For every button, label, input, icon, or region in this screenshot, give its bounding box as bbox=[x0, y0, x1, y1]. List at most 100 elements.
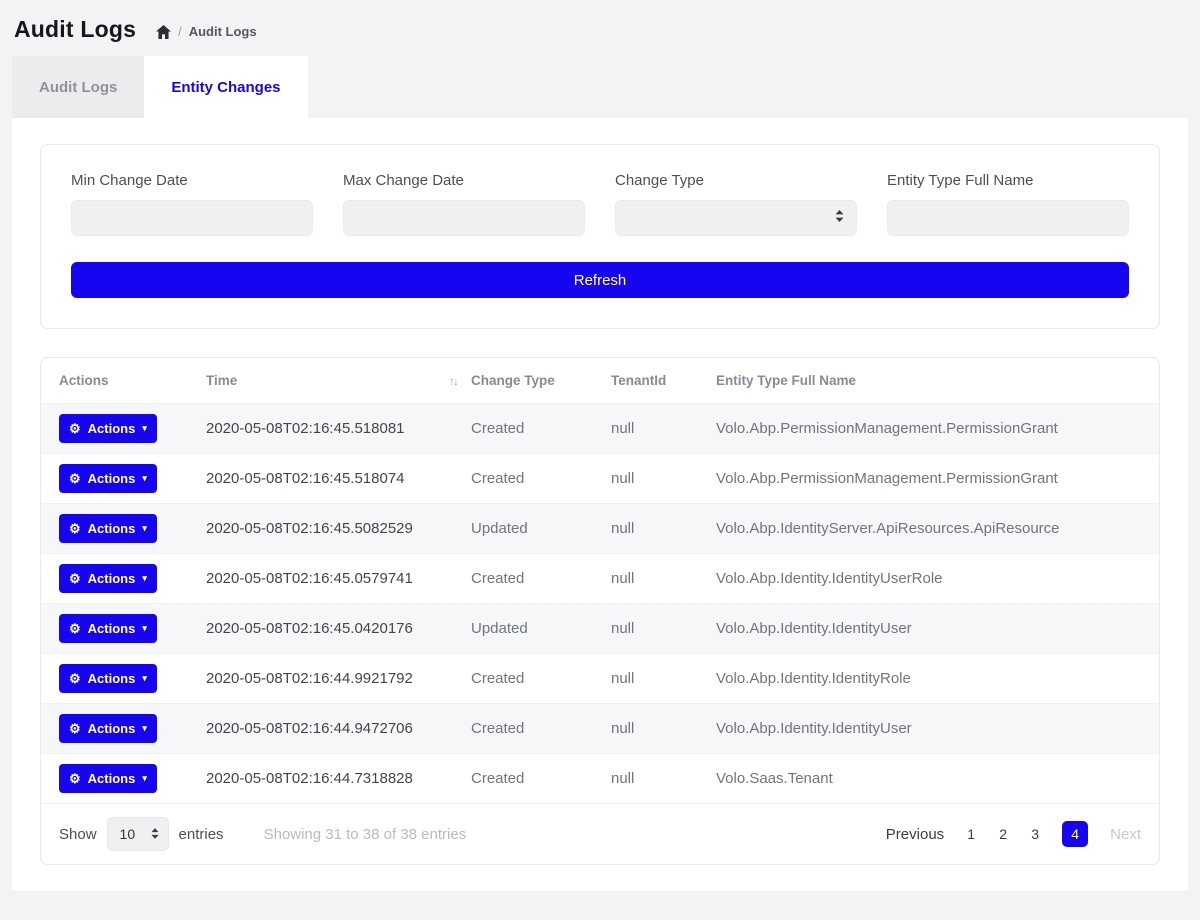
min-change-date-label: Min Change Date bbox=[71, 172, 313, 189]
entity-type-input[interactable] bbox=[887, 200, 1129, 236]
cell-entity-type: Volo.Abp.PermissionManagement.Permission… bbox=[716, 420, 1159, 437]
cell-entity-type: Volo.Abp.Identity.IdentityUser bbox=[716, 620, 1159, 637]
actions-button-label: Actions bbox=[88, 471, 136, 486]
show-label: Show bbox=[59, 826, 97, 843]
cell-change-type: Created bbox=[471, 470, 611, 487]
column-header-actions: Actions bbox=[59, 373, 206, 388]
gear-icon: ⚙ bbox=[69, 672, 81, 685]
tab-entity-changes[interactable]: Entity Changes bbox=[144, 56, 307, 118]
cell-time: 2020-05-08T02:16:44.9472706 bbox=[206, 720, 471, 737]
caret-down-icon: ▾ bbox=[142, 474, 147, 483]
home-icon[interactable] bbox=[156, 25, 171, 39]
pagination-page-3[interactable]: 3 bbox=[1030, 826, 1040, 842]
cell-entity-type: Volo.Abp.Identity.IdentityUserRole bbox=[716, 570, 1159, 587]
pagination-page-2[interactable]: 2 bbox=[998, 826, 1008, 842]
gear-icon: ⚙ bbox=[69, 522, 81, 535]
caret-down-icon: ▾ bbox=[142, 674, 147, 683]
breadcrumb-separator: / bbox=[178, 24, 182, 39]
filter-max-change-date: Max Change Date bbox=[343, 172, 585, 236]
cell-time: 2020-05-08T02:16:44.9921792 bbox=[206, 670, 471, 687]
row-actions-button[interactable]: ⚙ Actions ▾ bbox=[59, 514, 157, 543]
row-actions-button[interactable]: ⚙ Actions ▾ bbox=[59, 764, 157, 793]
table-body: ⚙ Actions ▾ 2020-05-08T02:16:45.518081 C… bbox=[41, 404, 1159, 804]
cell-change-type: Created bbox=[471, 570, 611, 587]
breadcrumb: / Audit Logs bbox=[156, 20, 257, 39]
filter-min-change-date: Min Change Date bbox=[71, 172, 313, 236]
filter-grid: Min Change Date Max Change Date Change T… bbox=[71, 172, 1129, 236]
actions-button-label: Actions bbox=[88, 621, 136, 636]
cell-entity-type: Volo.Abp.IdentityServer.ApiResources.Api… bbox=[716, 520, 1159, 537]
gear-icon: ⚙ bbox=[69, 572, 81, 585]
page-title: Audit Logs bbox=[14, 16, 136, 43]
cell-time: 2020-05-08T02:16:45.5082529 bbox=[206, 520, 471, 537]
caret-down-icon: ▾ bbox=[142, 424, 147, 433]
page-header: Audit Logs / Audit Logs bbox=[0, 0, 1200, 56]
table-header-row: Actions Time ↑↓ Change Type TenantId Ent… bbox=[41, 358, 1159, 404]
cell-time: 2020-05-08T02:16:45.0579741 bbox=[206, 570, 471, 587]
caret-down-icon: ▾ bbox=[142, 524, 147, 533]
cell-tenant-id: null bbox=[611, 520, 716, 537]
pagination: Previous 1 2 3 4 Next bbox=[886, 821, 1141, 847]
showing-entries-text: Showing 31 to 38 of 38 entries bbox=[264, 826, 467, 843]
max-change-date-input[interactable] bbox=[343, 200, 585, 236]
cell-entity-type: Volo.Abp.PermissionManagement.Permission… bbox=[716, 470, 1159, 487]
cell-actions: ⚙ Actions ▾ bbox=[59, 714, 206, 743]
cell-entity-type: Volo.Saas.Tenant bbox=[716, 770, 1159, 787]
gear-icon: ⚙ bbox=[69, 622, 81, 635]
cell-time: 2020-05-08T02:16:45.0420176 bbox=[206, 620, 471, 637]
tab-audit-logs[interactable]: Audit Logs bbox=[12, 56, 144, 118]
table-row: ⚙ Actions ▾ 2020-05-08T02:16:44.9921792 … bbox=[41, 654, 1159, 704]
actions-button-label: Actions bbox=[88, 721, 136, 736]
table-row: ⚙ Actions ▾ 2020-05-08T02:16:45.518081 C… bbox=[41, 404, 1159, 454]
sort-icon[interactable]: ↑↓ bbox=[449, 374, 457, 388]
cell-time: 2020-05-08T02:16:45.518081 bbox=[206, 420, 471, 437]
row-actions-button[interactable]: ⚙ Actions ▾ bbox=[59, 664, 157, 693]
filter-entity-type: Entity Type Full Name bbox=[887, 172, 1129, 236]
row-actions-button[interactable]: ⚙ Actions ▾ bbox=[59, 464, 157, 493]
table-row: ⚙ Actions ▾ 2020-05-08T02:16:45.0579741 … bbox=[41, 554, 1159, 604]
cell-change-type: Updated bbox=[471, 520, 611, 537]
cell-tenant-id: null bbox=[611, 570, 716, 587]
table-row: ⚙ Actions ▾ 2020-05-08T02:16:44.7318828 … bbox=[41, 754, 1159, 804]
cell-tenant-id: null bbox=[611, 720, 716, 737]
entries-label: entries bbox=[179, 826, 224, 843]
cell-actions: ⚙ Actions ▾ bbox=[59, 414, 206, 443]
gear-icon: ⚙ bbox=[69, 772, 81, 785]
select-arrows-icon bbox=[835, 209, 844, 227]
row-actions-button[interactable]: ⚙ Actions ▾ bbox=[59, 714, 157, 743]
cell-tenant-id: null bbox=[611, 470, 716, 487]
cell-actions: ⚙ Actions ▾ bbox=[59, 464, 206, 493]
actions-button-label: Actions bbox=[88, 421, 136, 436]
page-size-value: 10 bbox=[120, 826, 136, 842]
max-change-date-label: Max Change Date bbox=[343, 172, 585, 189]
cell-actions: ⚙ Actions ▾ bbox=[59, 614, 206, 643]
cell-actions: ⚙ Actions ▾ bbox=[59, 764, 206, 793]
refresh-button[interactable]: Refresh bbox=[71, 262, 1129, 298]
column-header-time[interactable]: Time ↑↓ bbox=[206, 373, 471, 388]
actions-button-label: Actions bbox=[88, 771, 136, 786]
column-header-entity-type: Entity Type Full Name bbox=[716, 373, 1159, 388]
pagination-next[interactable]: Next bbox=[1110, 826, 1141, 843]
pagination-page-4[interactable]: 4 bbox=[1062, 821, 1088, 847]
cell-tenant-id: null bbox=[611, 620, 716, 637]
page-size-select[interactable]: 10 bbox=[107, 817, 169, 851]
select-arrows-icon bbox=[151, 826, 159, 842]
actions-button-label: Actions bbox=[88, 671, 136, 686]
change-type-select[interactable] bbox=[615, 200, 857, 236]
table-row: ⚙ Actions ▾ 2020-05-08T02:16:45.518074 C… bbox=[41, 454, 1159, 504]
row-actions-button[interactable]: ⚙ Actions ▾ bbox=[59, 564, 157, 593]
row-actions-button[interactable]: ⚙ Actions ▾ bbox=[59, 614, 157, 643]
cell-entity-type: Volo.Abp.Identity.IdentityUser bbox=[716, 720, 1159, 737]
min-change-date-input[interactable] bbox=[71, 200, 313, 236]
cell-change-type: Updated bbox=[471, 620, 611, 637]
table-footer: Show 10 entries Showing 31 to 38 of 38 e… bbox=[41, 804, 1159, 864]
caret-down-icon: ▾ bbox=[142, 724, 147, 733]
content-card: Min Change Date Max Change Date Change T… bbox=[12, 118, 1188, 891]
cell-time: 2020-05-08T02:16:45.518074 bbox=[206, 470, 471, 487]
row-actions-button[interactable]: ⚙ Actions ▾ bbox=[59, 414, 157, 443]
pagination-page-1[interactable]: 1 bbox=[966, 826, 976, 842]
table-row: ⚙ Actions ▾ 2020-05-08T02:16:45.5082529 … bbox=[41, 504, 1159, 554]
cell-change-type: Created bbox=[471, 720, 611, 737]
tab-bar: Audit Logs Entity Changes bbox=[12, 56, 1188, 118]
pagination-previous[interactable]: Previous bbox=[886, 826, 944, 843]
